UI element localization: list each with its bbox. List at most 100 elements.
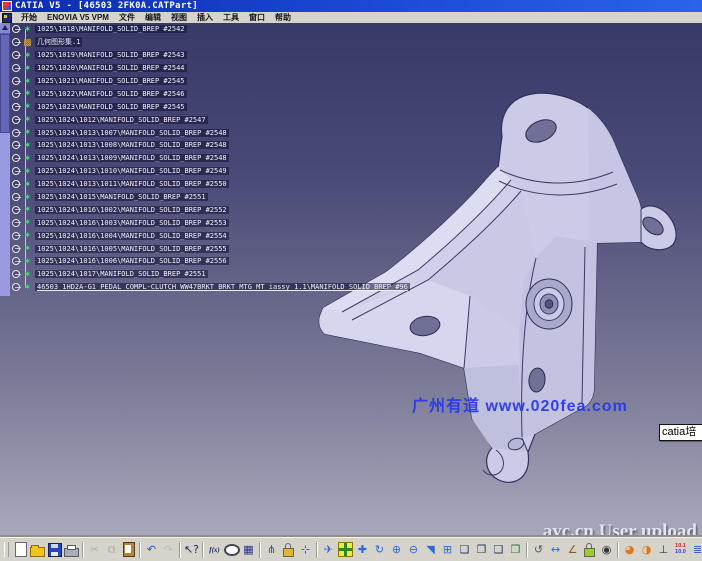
chat-bubble-icon[interactable] — [223, 541, 240, 558]
apply-material-icon[interactable]: ❒ — [507, 541, 524, 558]
turntable-icon[interactable]: ↺ — [530, 541, 547, 558]
copy-icon[interactable]: ⧉ — [103, 541, 120, 558]
lock-icon[interactable] — [280, 541, 297, 558]
tree-item[interactable]: ✶ 1025\1024\1017\MANIFOLD_SOLID_BREP #25… — [10, 268, 430, 281]
scrollbar-thumb[interactable] — [0, 34, 10, 133]
menu-item[interactable]: 插入 — [192, 12, 218, 23]
tree-item[interactable]: ✶ 1025\1024\1016\1003\MANIFOLD_SOLID_BRE… — [10, 216, 430, 229]
layer-filter-icon[interactable]: ≣ — [689, 541, 702, 558]
tree-item[interactable]: ✶ 1025\1024\1012\MANIFOLD_SOLID_BREP #25… — [10, 113, 430, 126]
tree-item[interactable]: ✶ 1025\1024\1016\1004\MANIFOLD_SOLID_BRE… — [10, 229, 430, 242]
fly-mode-icon[interactable]: ✈ — [320, 541, 337, 558]
tree-branch-stub — [15, 93, 21, 94]
tooltip-catia: catia培 — [659, 424, 702, 441]
tree-item[interactable]: ✶ 1025\1020\MANIFOLD_SOLID_BREP #2544 — [10, 62, 430, 75]
data-grid-icon[interactable]: ▦ — [240, 541, 257, 558]
tree-item[interactable]: ✶ 1025\1018\MANIFOLD_SOLID_BREP #2542 — [10, 23, 430, 36]
tree-item[interactable]: ✶ 1025\1022\MANIFOLD_SOLID_BREP #2546 — [10, 87, 430, 100]
save-icon[interactable] — [46, 541, 63, 558]
tree-item[interactable]: ✶ 1025\1024\1016\1002\MANIFOLD_SOLID_BRE… — [10, 203, 430, 216]
tree-node-icon: ✶ — [22, 180, 33, 189]
tree-item[interactable]: ✶ 1025\1024\1015\MANIFOLD_SOLID_BREP #25… — [10, 191, 430, 204]
knowledge-advisor-icon[interactable]: ◑ — [638, 541, 655, 558]
open-folder-icon[interactable] — [29, 541, 46, 558]
tree-branch-stub — [15, 132, 21, 133]
tree-item[interactable]: ✶ 1025\1024\1013\1011\MANIFOLD_SOLID_BRE… — [10, 178, 430, 191]
tree-branch-stub — [15, 55, 21, 56]
rotate-icon[interactable]: ↻ — [371, 541, 388, 558]
tree-node-icon: ✶ — [22, 218, 33, 227]
shaded-view-icon[interactable]: ❐ — [473, 541, 490, 558]
catia-window: CATIA V5 - [46503 2FK0A.CATPart] 开始 ENOV… — [0, 0, 702, 561]
tree-node-icon: ✶ — [22, 154, 33, 163]
normal-view-icon[interactable]: ◥ — [422, 541, 439, 558]
measure-item-icon[interactable]: ∠ — [564, 541, 581, 558]
menu-item[interactable]: 编辑 — [140, 12, 166, 23]
tree-node-icon: ✶ — [22, 64, 33, 73]
tree-branch-stub — [15, 209, 21, 210]
tree-item[interactable]: ✶ 1025\1024\1016\1005\MANIFOLD_SOLID_BRE… — [10, 242, 430, 255]
cut-icon[interactable]: ✂ — [86, 541, 103, 558]
fit-all-in-icon[interactable] — [337, 541, 354, 558]
menu-item[interactable]: 窗口 — [244, 12, 270, 23]
tree-item[interactable]: ▩ 几何图形集.1 — [10, 36, 430, 49]
viewport-3d[interactable]: 广州有道 www.020fea.com ayc.cn User upload c… — [0, 23, 702, 537]
tree-branch-stub — [15, 68, 21, 69]
tree-item-label: 1025\1020\MANIFOLD_SOLID_BREP #2544 — [35, 64, 187, 72]
watermark-020fea: 广州有道 www.020fea.com — [412, 392, 628, 416]
undo-icon[interactable]: ↶ — [143, 541, 160, 558]
zoom-in-icon[interactable]: ⊕ — [388, 541, 405, 558]
lock-selection-icon[interactable] — [581, 541, 598, 558]
tree-item[interactable]: ✶ 1025\1021\MANIFOLD_SOLID_BREP #2545 — [10, 75, 430, 88]
redo-icon[interactable]: ↷ — [160, 541, 177, 558]
paste-icon[interactable] — [120, 541, 137, 558]
iso-view-icon[interactable]: ❏ — [456, 541, 473, 558]
tree-item[interactable]: ✶ 1025\1019\MANIFOLD_SOLID_BREP #2543 — [10, 49, 430, 62]
tree-scrollbar[interactable] — [0, 23, 10, 296]
menu-item[interactable]: 文件 — [114, 12, 140, 23]
tree-branch-stub — [15, 235, 21, 236]
tree-item[interactable]: ✶ 1025\1024\1013\1010\MANIFOLD_SOLID_BRE… — [10, 165, 430, 178]
tree-item[interactable]: ✶ 1025\1024\1013\1007\MANIFOLD_SOLID_BRE… — [10, 126, 430, 139]
tree-item-label: 1025\1024\1017\MANIFOLD_SOLID_BREP #2551 — [35, 270, 208, 278]
scrollbar-up-button[interactable] — [0, 23, 10, 34]
specification-tree: ✶ 1025\1018\MANIFOLD_SOLID_BREP #2542 ▩ … — [10, 23, 430, 294]
tree-item[interactable]: ✶ 1025\1023\MANIFOLD_SOLID_BREP #2545 — [10, 100, 430, 113]
menu-item[interactable]: 帮助 — [270, 12, 296, 23]
multi-view-icon[interactable]: ⊞ — [439, 541, 456, 558]
catia-logo-icon — [2, 1, 12, 11]
menu-item[interactable]: 开始 — [16, 12, 42, 23]
whats-this-icon[interactable]: ↖? — [183, 541, 200, 558]
axis-system-icon[interactable]: ⊹ — [297, 541, 314, 558]
tree-node-icon: ✶ — [22, 102, 33, 111]
tree-node-icon: ▩ — [22, 38, 33, 47]
menu-item[interactable]: 工具 — [218, 12, 244, 23]
zoom-out-icon[interactable]: ⊖ — [405, 541, 422, 558]
deviation-values-icon[interactable]: 10.110.0 — [672, 541, 689, 558]
tree-item-label: 1025\1018\MANIFOLD_SOLID_BREP #2542 — [35, 25, 187, 33]
new-document-icon[interactable] — [12, 541, 29, 558]
document-icon[interactable] — [2, 13, 12, 23]
tree-item-label: 1025\1024\1013\1008\MANIFOLD_SOLID_BREP … — [35, 141, 229, 149]
capture-image-icon[interactable]: ◉ — [598, 541, 615, 558]
pan-icon[interactable]: ✚ — [354, 541, 371, 558]
tree-node-icon: ✶ — [22, 231, 33, 240]
menu-item[interactable]: 视图 — [166, 12, 192, 23]
tree-node-icon: ✶ — [22, 257, 33, 266]
product-tree-icon[interactable]: ⋔ — [263, 541, 280, 558]
menu-item[interactable]: ENOVIA V5 VPM — [42, 12, 114, 23]
tree-item-label: 1025\1024\1013\1011\MANIFOLD_SOLID_BREP … — [35, 180, 229, 188]
render-style-icon[interactable]: ❑ — [490, 541, 507, 558]
tree-item[interactable]: ✶ 1025\1024\1016\1006\MANIFOLD_SOLID_BRE… — [10, 255, 430, 268]
tree-item[interactable]: ✶ 46503 1HD2A-G1 PEDAL COMPL-CLUTCH WW47… — [10, 281, 430, 294]
tree-item-label: 1025\1021\MANIFOLD_SOLID_BREP #2545 — [35, 77, 187, 85]
tree-item[interactable]: ✶ 1025\1024\1013\1009\MANIFOLD_SOLID_BRE… — [10, 152, 430, 165]
print-icon[interactable] — [63, 541, 80, 558]
measure-between-icon[interactable]: ↔ — [547, 541, 564, 558]
knowledge-fx-icon[interactable]: f(x) — [206, 541, 223, 558]
toolbar-drag-handle[interactable] — [4, 542, 9, 557]
tree-item[interactable]: ✶ 1025\1024\1013\1008\MANIFOLD_SOLID_BRE… — [10, 139, 430, 152]
knowledge-inspector-icon[interactable]: ◕ — [621, 541, 638, 558]
axes-triad-icon[interactable]: ⊥ — [655, 541, 672, 558]
standard-toolbar: ✂⧉ ↶↷ ↖? f(x) ▦ ⋔ ⊹ ✈ ✚↻⊕⊖◥⊞❏❐❑❒ ↺↔∠ ◉ ◕◑⊥10.110.0≣… — [0, 537, 702, 561]
